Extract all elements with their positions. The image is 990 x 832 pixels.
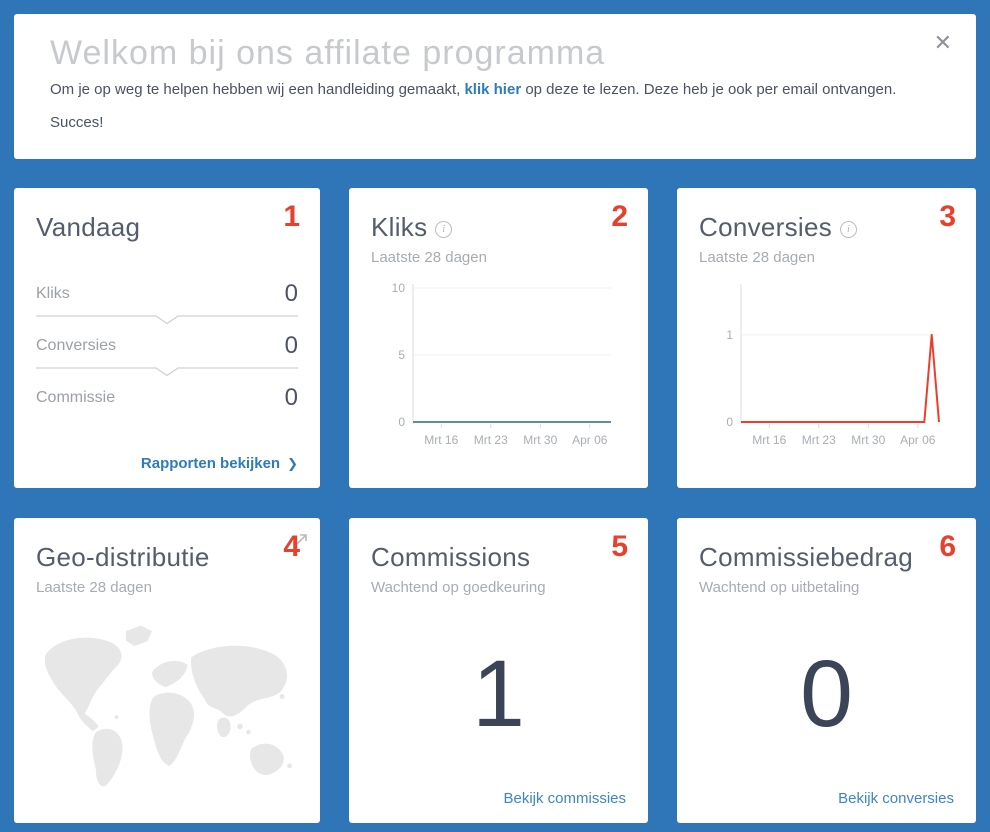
info-icon[interactable]: i	[435, 221, 452, 238]
commissiebedrag-count: 0	[699, 586, 954, 803]
welcome-signoff: Succes!	[50, 114, 940, 131]
svg-text:1: 1	[726, 328, 733, 342]
rapporten-bekijken-link[interactable]: Rapporten bekijken ❯	[141, 455, 298, 472]
stat-label: Kliks	[36, 285, 70, 303]
bekijk-commissies-label: Bekijk commissies	[503, 790, 626, 807]
svg-text:Mrt 16: Mrt 16	[424, 433, 458, 447]
divider-chevron	[36, 315, 298, 325]
stat-value: 0	[285, 280, 298, 308]
stat-row-kliks: Kliks 0	[36, 273, 298, 315]
card-number-badge: 2	[611, 200, 628, 234]
card-number-badge: 3	[939, 200, 956, 234]
stat-value: 0	[285, 384, 298, 412]
svg-text:0: 0	[726, 415, 733, 429]
card-vandaag: 1 Vandaag Kliks 0 Conversies 0 Com	[14, 188, 320, 488]
widget-grid: 1 Vandaag Kliks 0 Conversies 0 Com	[14, 188, 976, 823]
card-number-badge: 6	[939, 530, 956, 564]
kliks-chart-area: 0 5 10 Mrt 16 Mrt 23 Mrt 30 Apr 06	[371, 276, 626, 450]
svg-text:0: 0	[398, 415, 405, 429]
world-map	[36, 612, 298, 798]
card-subtitle: Laatste 28 dagen	[699, 249, 954, 266]
card-commissions: 5 Commissions Wachtend op goedkeuring 1 …	[349, 518, 648, 823]
card-title-commissiebedrag: Commissiebedrag	[699, 542, 954, 573]
card-title-kliks: Kliks i	[371, 212, 626, 243]
svg-text:Apr 06: Apr 06	[572, 433, 608, 447]
dashboard-page: ✕ Welkom bij ons affilate programma Om j…	[0, 0, 990, 832]
welcome-banner: ✕ Welkom bij ons affilate programma Om j…	[14, 14, 976, 159]
card-subtitle: Laatste 28 dagen	[371, 249, 626, 266]
welcome-text: Om je op weg te helpen hebben wij een ha…	[50, 81, 940, 98]
card-title-text: Kliks	[371, 212, 427, 243]
card-conversies: 3 Conversies i Laatste 28 dagen 0 1 Mrt 16…	[677, 188, 976, 488]
chevron-right-icon: ❯	[287, 456, 298, 472]
card-title-vandaag: Vandaag	[36, 212, 298, 243]
stat-value: 0	[285, 332, 298, 360]
geo-map-area	[36, 606, 298, 803]
card-number-badge: 4	[283, 530, 300, 564]
svg-text:10: 10	[391, 281, 405, 295]
welcome-text-before: Om je op weg te helpen hebben wij een ha…	[50, 81, 464, 98]
kliks-line-chart[interactable]: 0 5 10 Mrt 16 Mrt 23 Mrt 30 Apr 06	[381, 276, 617, 450]
stat-label: Commissie	[36, 389, 115, 407]
svg-text:Mrt 23: Mrt 23	[473, 433, 507, 447]
stat-label: Conversies	[36, 337, 116, 355]
svg-text:5: 5	[398, 348, 405, 362]
svg-text:Mrt 30: Mrt 30	[851, 433, 885, 447]
stat-row-conversies: Conversies 0	[36, 325, 298, 367]
svg-text:Mrt 23: Mrt 23	[801, 433, 835, 447]
bekijk-conversies-label: Bekijk conversies	[838, 790, 954, 807]
commissions-count: 1	[371, 586, 626, 803]
card-geo-distributie: 4 Geo-distributie Laatste 28 dagen	[14, 518, 320, 823]
divider-chevron	[36, 367, 298, 377]
card-title-text: Conversies	[699, 212, 832, 243]
welcome-title: Welkom bij ons affilate programma	[50, 34, 940, 73]
welcome-text-after: op deze te lezen. Deze heb je ook per em…	[521, 81, 896, 98]
card-title-geo: Geo-distributie	[36, 542, 298, 573]
svg-text:Mrt 16: Mrt 16	[752, 433, 786, 447]
close-icon[interactable]: ✕	[932, 30, 954, 56]
today-stats: Kliks 0 Conversies 0 Commissie 0	[36, 273, 298, 419]
stat-row-commissie: Commissie 0	[36, 377, 298, 419]
card-commissiebedrag: 6 Commissiebedrag Wachtend op uitbetalin…	[677, 518, 976, 823]
rapporten-bekijken-label: Rapporten bekijken	[141, 455, 280, 472]
card-kliks: 2 Kliks i Laatste 28 dagen 0 5 10 Mrt 16 Mrt…	[349, 188, 648, 488]
bekijk-conversies-link[interactable]: Bekijk conversies	[838, 790, 954, 807]
conversies-line-chart[interactable]: 0 1 Mrt 16 Mrt 23 Mrt 30 Apr 06	[709, 276, 945, 450]
card-number-badge: 5	[611, 530, 628, 564]
manual-link[interactable]: klik hier	[464, 81, 521, 98]
svg-text:Mrt 30: Mrt 30	[523, 433, 557, 447]
svg-text:Apr 06: Apr 06	[900, 433, 936, 447]
conversies-chart-area: 0 1 Mrt 16 Mrt 23 Mrt 30 Apr 06	[699, 276, 954, 450]
info-icon[interactable]: i	[840, 221, 857, 238]
card-subtitle: Laatste 28 dagen	[36, 579, 298, 596]
card-title-commissions: Commissions	[371, 542, 626, 573]
card-number-badge: 1	[283, 200, 300, 234]
bekijk-commissies-link[interactable]: Bekijk commissies	[503, 790, 626, 807]
card-title-conversies: Conversies i	[699, 212, 954, 243]
